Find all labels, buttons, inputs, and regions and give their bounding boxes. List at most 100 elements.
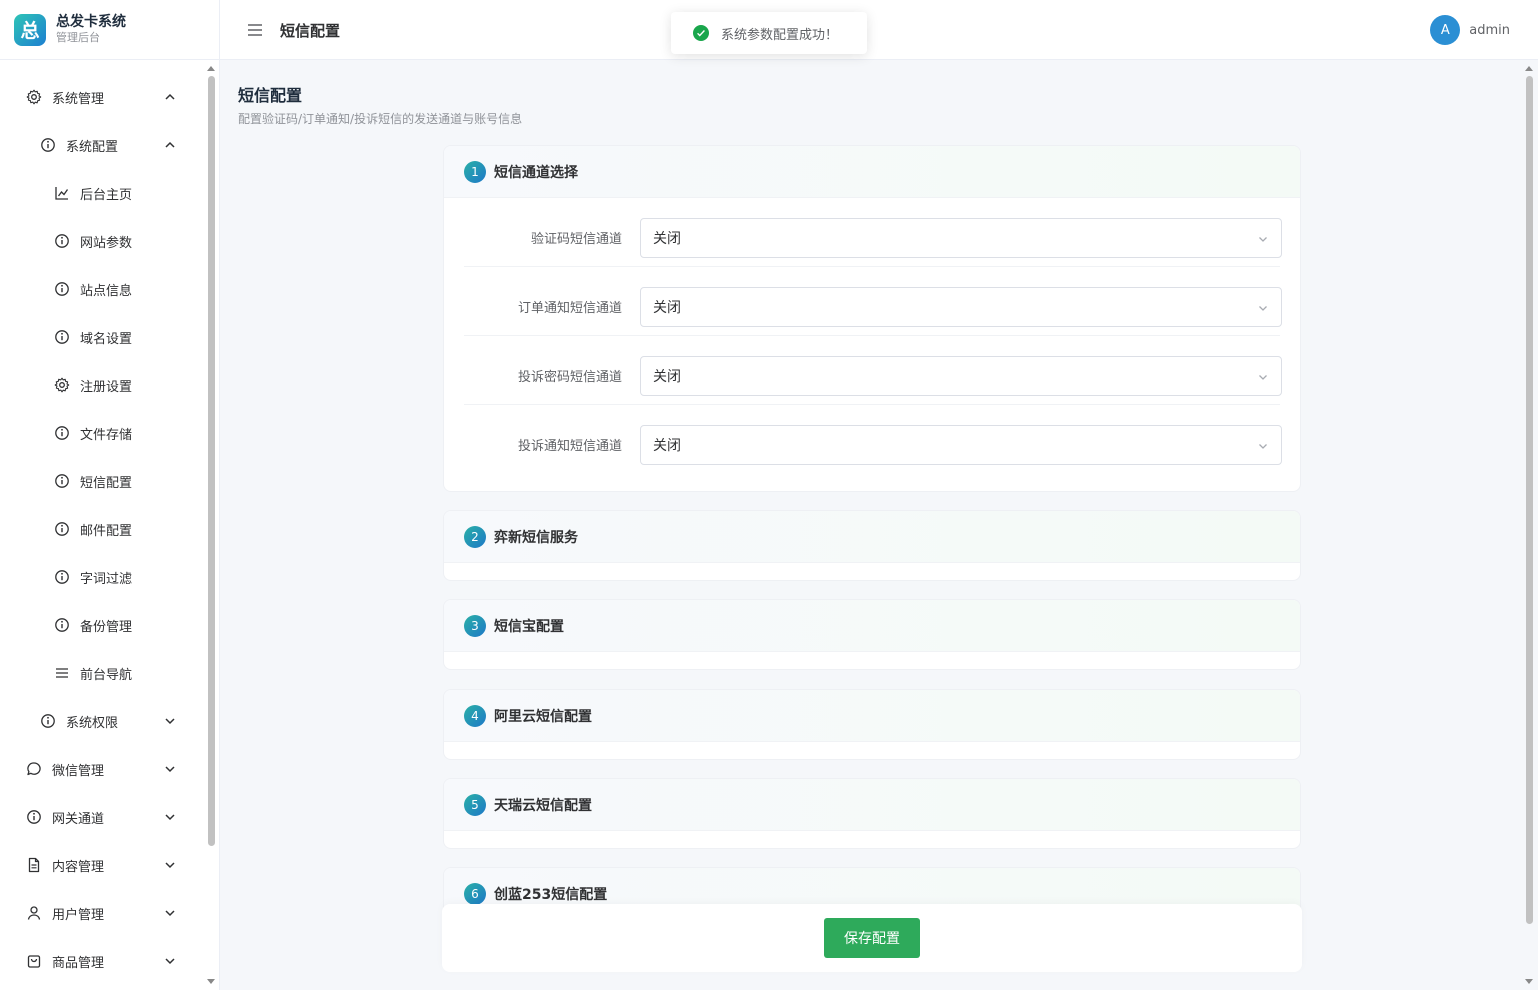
hamburger-icon[interactable]: [247, 22, 263, 38]
sidebar-item-2[interactable]: 系统配置: [0, 121, 204, 169]
section-card-2: 2 弈新短信服务: [443, 510, 1301, 581]
chat-icon: [26, 761, 42, 777]
page-title: 短信配置: [238, 86, 303, 105]
section-title: 弈新短信服务: [494, 529, 578, 546]
chart-icon: [54, 185, 70, 201]
chevron-down-icon[interactable]: [163, 906, 177, 920]
form-row: 验证码短信通道 关闭: [464, 198, 1282, 267]
bag-icon: [26, 953, 42, 969]
chevron-up-icon[interactable]: [163, 138, 177, 152]
header-title: 短信配置: [280, 22, 341, 40]
username[interactable]: admin: [1469, 23, 1510, 38]
gear-icon: [54, 377, 70, 393]
select-value: 关闭: [653, 300, 681, 316]
sidebar-item-label: 内容管理: [52, 859, 105, 875]
sidebar-item-label: 系统管理: [52, 91, 105, 107]
info-icon: [54, 329, 70, 345]
sidebar-item-12[interactable]: 备份管理: [0, 601, 204, 649]
sidebar-item-9[interactable]: 短信配置: [0, 457, 204, 505]
section-number-badge: 2: [464, 525, 486, 548]
brand-subtitle: 管理后台: [56, 31, 100, 44]
main-scrollbar[interactable]: [1524, 64, 1534, 986]
brand[interactable]: 总 总发卡系统 管理后台: [0, 0, 219, 60]
section-number-badge: 5: [464, 793, 486, 816]
top-header: 短信配置 A admin: [220, 0, 1538, 60]
section-number-badge: 6: [464, 882, 486, 905]
sidebar-item-8[interactable]: 文件存储: [0, 409, 204, 457]
check-circle-icon: [693, 25, 709, 41]
chevron-down-icon[interactable]: [163, 858, 177, 872]
sidebar-item-label: 文件存储: [80, 427, 133, 443]
chevron-down-icon[interactable]: [163, 762, 177, 776]
sidebar-item-label: 字词过滤: [80, 571, 133, 587]
sidebar-item-4[interactable]: 网站参数: [0, 217, 204, 265]
section-header[interactable]: 4 阿里云短信配置: [444, 690, 1300, 742]
sidebar-item-label: 站点信息: [80, 283, 133, 299]
info-icon: [54, 521, 70, 537]
user-menu[interactable]: A admin: [1430, 15, 1510, 45]
sidebar-item-label: 域名设置: [80, 331, 133, 347]
section-header[interactable]: 3 短信宝配置: [444, 600, 1300, 652]
sidebar-item-11[interactable]: 字词过滤: [0, 553, 204, 601]
info-icon: [54, 233, 70, 249]
sidebar-scroll-thumb[interactable]: [208, 76, 215, 846]
footer-bar: 保存配置: [442, 904, 1302, 972]
brand-title: 总发卡系统: [56, 14, 126, 30]
section-header[interactable]: 1 短信通道选择: [444, 146, 1300, 198]
section-number-badge: 1: [464, 160, 486, 183]
sidebar-item-label: 系统权限: [66, 715, 119, 731]
user-icon: [26, 905, 42, 921]
section-number-badge: 4: [464, 704, 486, 727]
chevron-down-icon: [1257, 371, 1269, 383]
sidebar-item-18[interactable]: 用户管理: [0, 889, 204, 937]
sidebar-item-label: 系统配置: [66, 139, 119, 155]
sidebar-item-16[interactable]: 网关通道: [0, 793, 204, 841]
sidebar-item-7[interactable]: 注册设置: [0, 361, 204, 409]
channel-select[interactable]: 关闭: [640, 425, 1282, 465]
sidebar-item-19[interactable]: 商品管理: [0, 937, 204, 985]
chevron-down-icon[interactable]: [163, 810, 177, 824]
sidebar-item-17[interactable]: 内容管理: [0, 841, 204, 889]
sidebar-item-3[interactable]: 后台主页: [0, 169, 204, 217]
sidebar-item-1[interactable]: 系统管理: [0, 73, 204, 121]
channel-select[interactable]: 关闭: [640, 356, 1282, 396]
sidebar-item-15[interactable]: 微信管理: [0, 745, 204, 793]
success-toast: 系统参数配置成功！: [671, 12, 867, 54]
sidebar-item-10[interactable]: 邮件配置: [0, 505, 204, 553]
sidebar-item-13[interactable]: 前台导航: [0, 649, 204, 697]
scroll-down-arrow[interactable]: [207, 979, 215, 984]
scroll-up-arrow[interactable]: [207, 66, 215, 71]
chevron-down-icon[interactable]: [163, 954, 177, 968]
sidebar-item-14[interactable]: 系统权限: [0, 697, 204, 745]
sidebar-item-label: 备份管理: [80, 619, 133, 635]
info-icon: [54, 425, 70, 441]
section-card-1: 1 短信通道选择 验证码短信通道 关闭 订单通知短信通道 关闭 投诉密码短信通道 关闭 投诉通知…: [443, 145, 1301, 492]
scroll-down-arrow[interactable]: [1525, 979, 1533, 984]
form-row: 投诉密码短信通道 关闭: [464, 336, 1282, 405]
main-scroll-thumb[interactable]: [1526, 76, 1533, 924]
avatar[interactable]: A: [1430, 15, 1461, 45]
select-value: 关闭: [653, 369, 681, 385]
section-header[interactable]: 2 弈新短信服务: [444, 511, 1300, 563]
section-card-5: 5 天瑞云短信配置: [443, 778, 1301, 849]
sidebar-item-label: 商品管理: [52, 955, 105, 971]
sidebar-menu: 系统管理系统配置后台主页 网站参数站点信息域名设置注册设置文件存储短信配置 邮件配置…: [0, 73, 204, 985]
page-description: 配置验证码/订单通知/投诉短信的发送通道与账号信息: [238, 112, 523, 126]
field-label: 订单通知短信通道: [517, 301, 622, 316]
sidebar-scrollbar[interactable]: [206, 64, 216, 986]
section-title: 短信通道选择: [494, 164, 578, 181]
field-label: 验证码短信通道: [530, 232, 622, 247]
chevron-up-icon[interactable]: [163, 90, 177, 104]
sidebar-item-label: 微信管理: [52, 763, 105, 779]
sidebar-item-label: 用户管理: [52, 907, 105, 923]
save-button[interactable]: 保存配置: [824, 918, 920, 958]
sidebar-item-5[interactable]: 站点信息: [0, 265, 204, 313]
scroll-up-arrow[interactable]: [1525, 66, 1533, 71]
info-icon: [40, 713, 56, 729]
info-icon: [54, 281, 70, 297]
section-header[interactable]: 5 天瑞云短信配置: [444, 779, 1300, 831]
chevron-down-icon[interactable]: [163, 714, 177, 728]
channel-select[interactable]: 关闭: [640, 218, 1282, 258]
channel-select[interactable]: 关闭: [640, 287, 1282, 327]
sidebar-item-6[interactable]: 域名设置: [0, 313, 204, 361]
